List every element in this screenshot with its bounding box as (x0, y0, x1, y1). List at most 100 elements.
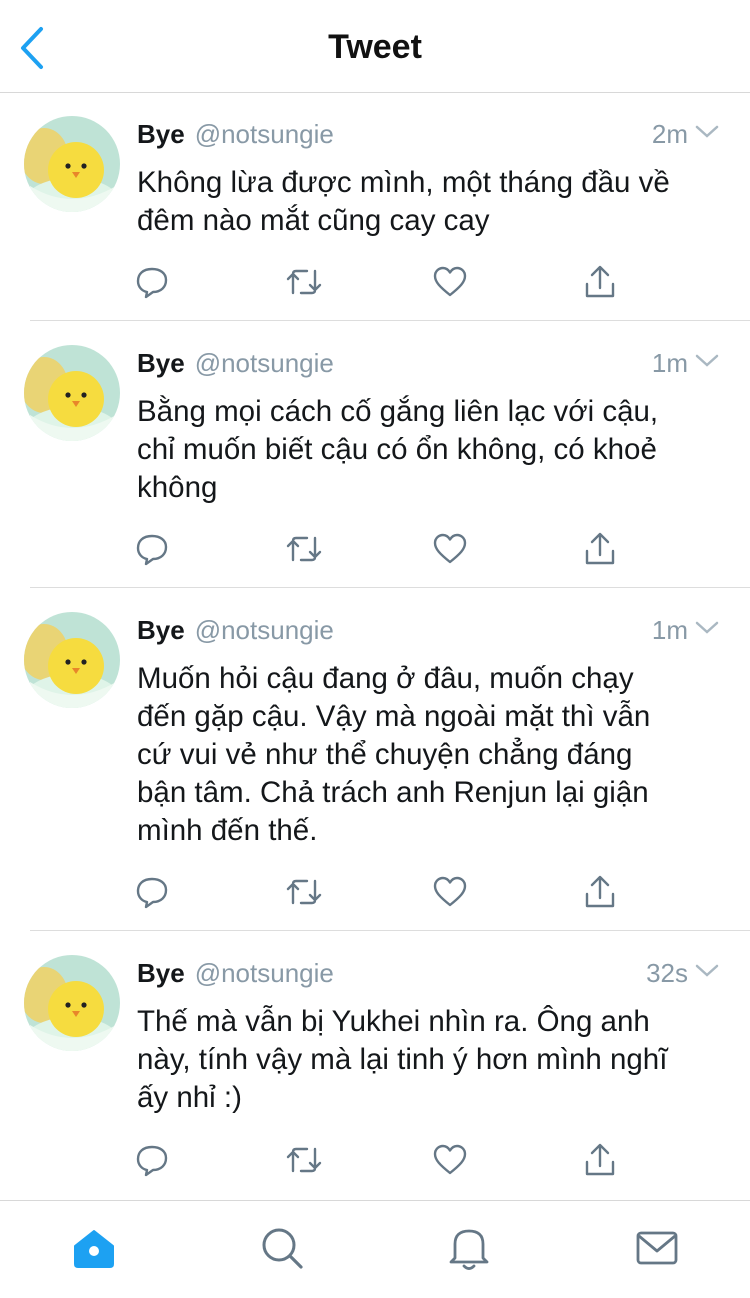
author-handle[interactable]: @notsungie (195, 615, 334, 646)
share-icon (585, 875, 615, 908)
tweet-meta-right: 1m (652, 348, 720, 379)
avatar[interactable] (24, 612, 120, 708)
retweet-button[interactable] (284, 1140, 324, 1180)
heart-icon (433, 876, 467, 907)
reply-icon (136, 267, 168, 299)
heart-icon (433, 266, 467, 297)
mail-icon (636, 1231, 678, 1265)
more-options-button[interactable] (694, 353, 720, 374)
like-button[interactable] (430, 262, 470, 302)
chick-avatar-image (24, 612, 120, 708)
reply-button[interactable] (132, 872, 172, 912)
retweet-icon (286, 536, 322, 562)
chick-avatar-image (24, 955, 120, 1051)
avatar[interactable] (24, 345, 120, 441)
chevron-down-icon (695, 354, 719, 367)
tweet-text: Muốn hỏi cậu đang ở đâu, muốn chạy đến g… (137, 660, 737, 850)
timestamp: 1m (651, 347, 688, 378)
author-handle[interactable]: @notsungie (195, 119, 334, 150)
home-icon (74, 1230, 114, 1268)
reply-button[interactable] (132, 529, 172, 569)
tab-notifications[interactable] (444, 1223, 494, 1273)
reply-button[interactable] (132, 1140, 172, 1180)
like-button[interactable] (430, 529, 470, 569)
tweet-actions (132, 1140, 632, 1180)
timestamp: 1m (651, 614, 688, 645)
search-icon (262, 1228, 303, 1269)
tweet[interactable]: Bye @notsungie 1m Bằng mọi cách cố gắng … (0, 321, 750, 588)
tab-messages[interactable] (632, 1223, 682, 1273)
author-handle[interactable]: @notsungie (195, 348, 334, 379)
retweet-icon (286, 269, 322, 295)
chevron-down-icon (695, 621, 719, 634)
share-button[interactable] (580, 262, 620, 302)
retweet-button[interactable] (284, 529, 324, 569)
tweet-line: này, tính vậy mà lại tinh ý hơn mình ngh… (137, 1043, 668, 1076)
tweet[interactable]: Bye @notsungie 1m Muốn hỏi cậu đang ở đâ… (0, 588, 750, 931)
reply-button[interactable] (132, 262, 172, 302)
share-button[interactable] (580, 872, 620, 912)
tweet-meta-right: 1m (652, 615, 720, 646)
page-title: Tweet (328, 28, 422, 66)
chevron-down-icon (695, 964, 719, 977)
chevron-down-icon (695, 125, 719, 138)
share-icon (585, 265, 615, 298)
reply-icon (136, 877, 168, 909)
tweet-line: Muốn hỏi cậu đang ở đâu, muốn chạy (137, 662, 634, 695)
tweet-line: mình đến thế. (137, 814, 318, 847)
tweet-line: Không lừa được mình, một tháng đầu về (137, 166, 670, 199)
retweet-button[interactable] (284, 262, 324, 302)
tweet[interactable]: Bye @notsungie 32s Thế mà vẫn bị Yukhei … (0, 931, 750, 1199)
timestamp: 32s (646, 957, 688, 988)
tweet-actions (132, 262, 632, 302)
more-options-button[interactable] (694, 124, 720, 145)
more-options-button[interactable] (694, 963, 720, 984)
author-name[interactable]: Bye (137, 958, 185, 989)
tweet-meta-right: 32s (646, 958, 720, 989)
tweet-actions (132, 872, 632, 912)
share-icon (585, 532, 615, 565)
reply-icon (136, 1145, 168, 1177)
top-navigation-bar: Tweet (0, 0, 750, 93)
retweet-icon (286, 1147, 322, 1173)
like-button[interactable] (430, 872, 470, 912)
tweet-header: Bye @notsungie 1m (137, 345, 720, 381)
share-icon (585, 1143, 615, 1176)
tweet[interactable]: Bye @notsungie 2m Không lừa được mình, m… (0, 94, 750, 321)
retweet-button[interactable] (284, 872, 324, 912)
avatar[interactable] (24, 955, 120, 1051)
tweet-text: Bằng mọi cách cố gắng liên lạc với cậu, … (137, 393, 737, 507)
author-handle[interactable]: @notsungie (195, 958, 334, 989)
share-button[interactable] (580, 1140, 620, 1180)
heart-icon (433, 1144, 467, 1175)
tweet-line: Bằng mọi cách cố gắng liên lạc với cậu, (137, 395, 659, 428)
tweet-text: Thế mà vẫn bị Yukhei nhìn ra. Ông anh nà… (137, 1003, 737, 1117)
tweet-line: cứ vui vẻ như thể chuyện chẳng đáng (137, 738, 633, 771)
chick-avatar-image (24, 345, 120, 441)
tab-home[interactable] (69, 1223, 119, 1273)
tab-search[interactable] (257, 1223, 307, 1273)
tweet-line: Thế mà vẫn bị Yukhei nhìn ra. Ông anh (137, 1005, 650, 1038)
tweet-line: đến gặp cậu. Vậy mà ngoài mặt thì vẫn (137, 700, 651, 733)
tweet-header: Bye @notsungie 32s (137, 955, 720, 991)
more-options-button[interactable] (694, 620, 720, 641)
tweet-thread: Bye @notsungie 2m Không lừa được mình, m… (0, 94, 750, 1199)
author-name[interactable]: Bye (137, 119, 185, 150)
share-button[interactable] (580, 529, 620, 569)
tweet-meta-right: 2m (652, 119, 720, 150)
reply-icon (136, 534, 168, 566)
bottom-tab-bar (0, 1200, 750, 1298)
timestamp: 2m (651, 118, 688, 149)
tweet-line: chỉ muốn biết cậu có ổn không, có khoẻ (137, 433, 657, 466)
tweet-line: ấy nhỉ :) (137, 1081, 242, 1114)
avatar[interactable] (24, 116, 120, 212)
tweet-header: Bye @notsungie 2m (137, 116, 720, 152)
heart-icon (433, 533, 467, 564)
tweet-line: đêm nào mắt cũng cay cay (137, 204, 490, 237)
bell-icon (449, 1229, 489, 1270)
author-name[interactable]: Bye (137, 615, 185, 646)
like-button[interactable] (430, 1140, 470, 1180)
retweet-icon (286, 879, 322, 905)
tweet-actions (132, 529, 632, 569)
author-name[interactable]: Bye (137, 348, 185, 379)
